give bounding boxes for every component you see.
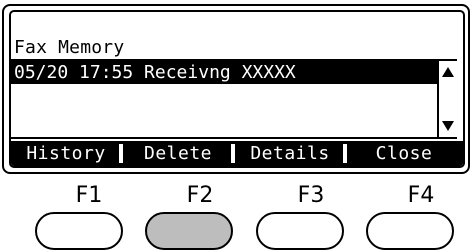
softkey-history[interactable]: History — [11, 141, 123, 166]
f2-button[interactable] — [145, 212, 233, 250]
f2-label: F2 — [186, 183, 214, 208]
triangle-down-icon[interactable] — [440, 117, 456, 135]
softkey-delete[interactable]: Delete — [123, 141, 235, 166]
f4-label: F4 — [407, 183, 435, 208]
softkey-label: Details — [250, 143, 330, 164]
softkey-label: Close — [375, 143, 433, 164]
fax-memory-list: 05/20 17:55 Receivng XXXXX — [11, 59, 457, 139]
softkey-close[interactable]: Close — [347, 141, 461, 166]
f3-label: F3 — [297, 183, 325, 208]
triangle-up-icon[interactable] — [440, 63, 456, 81]
softkey-label: History — [26, 143, 106, 164]
scrollbar[interactable] — [437, 61, 457, 137]
lcd-bezel: Fax Memory 05/20 17:55 Receivng XXXXX Hi… — [2, 4, 470, 174]
lcd-screen: Fax Memory 05/20 17:55 Receivng XXXXX Hi… — [9, 10, 465, 168]
list-item-selected[interactable]: 05/20 17:55 Receivng XXXXX — [11, 61, 437, 84]
f1-label: F1 — [75, 183, 103, 208]
softkey-details[interactable]: Details — [235, 141, 347, 166]
softkey-label: Delete — [143, 143, 213, 164]
f3-button[interactable] — [256, 212, 344, 250]
softkey-bar: History Delete Details Close — [11, 141, 463, 166]
f1-button[interactable] — [35, 212, 123, 250]
screen-title: Fax Memory — [14, 37, 125, 58]
f4-button[interactable] — [366, 212, 454, 250]
